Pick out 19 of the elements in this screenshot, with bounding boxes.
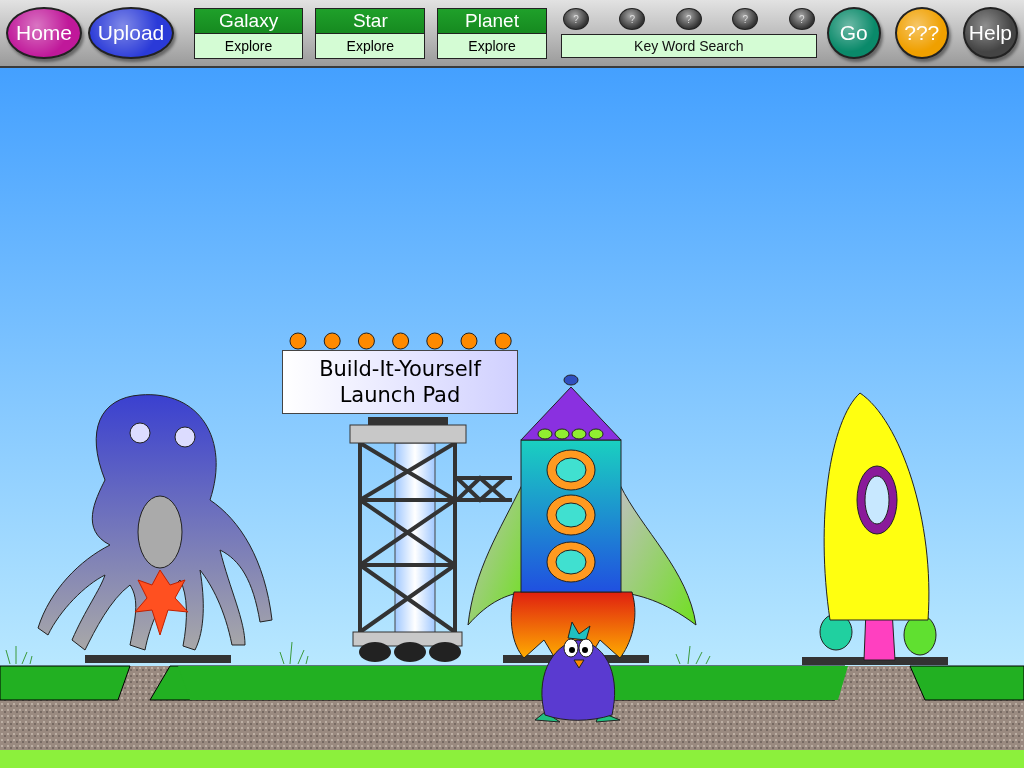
round-button[interactable]: Upload xyxy=(88,7,174,59)
grass-icon xyxy=(5,645,33,665)
search-field[interactable]: Key Word Search xyxy=(560,34,817,58)
category-title[interactable]: Star xyxy=(316,8,425,34)
round-button[interactable]: Go xyxy=(826,7,881,59)
category-title[interactable]: Planet xyxy=(438,8,546,34)
gantry-arm xyxy=(455,475,514,503)
explore-button[interactable]: Explore xyxy=(438,33,546,58)
round-button[interactable]: Home xyxy=(6,7,82,59)
round-button[interactable]: Help xyxy=(962,7,1018,59)
category-title[interactable]: Galaxy xyxy=(194,8,303,34)
hint-button[interactable]: ? xyxy=(788,8,815,30)
grass-icon xyxy=(279,641,309,665)
launch-pad-sign: Build-It-Yourself Launch Pad xyxy=(282,350,518,414)
explore-button[interactable]: Explore xyxy=(194,33,303,58)
hint-button[interactable]: ? xyxy=(675,8,702,30)
grass-icon xyxy=(675,645,711,665)
explore-button[interactable]: Explore xyxy=(316,33,425,58)
hint-button[interactable]: ? xyxy=(562,8,589,30)
